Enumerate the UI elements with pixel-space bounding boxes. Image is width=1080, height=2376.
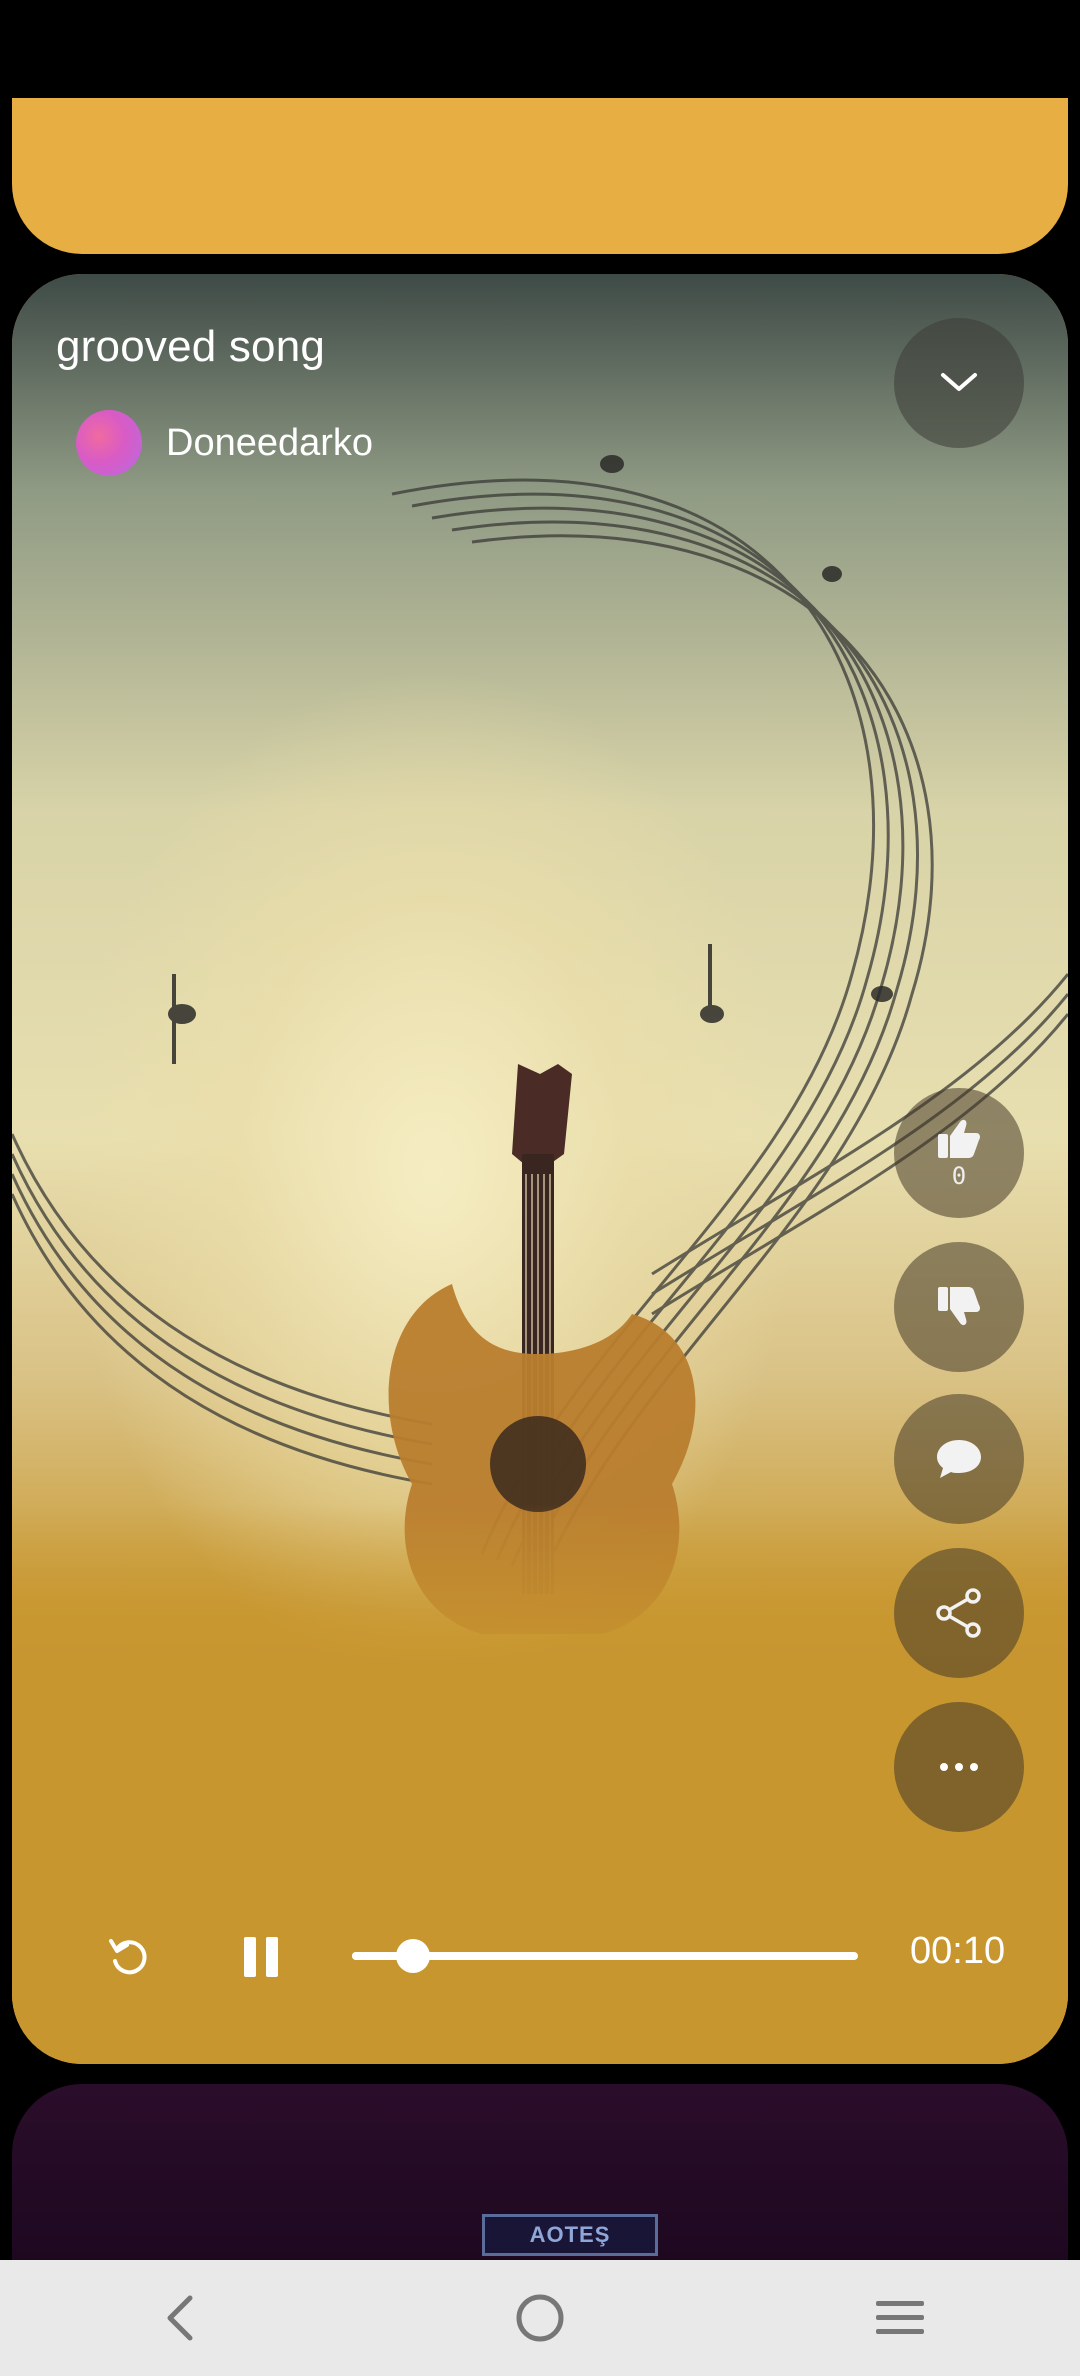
thumbs-down-icon: [938, 1287, 980, 1326]
thumbs-up-icon: [938, 1119, 980, 1158]
song-card[interactable]: grooved song Doneedarko 0 00:10: [12, 274, 1068, 2064]
menu-icon: [876, 2301, 924, 2334]
share-button[interactable]: [894, 1548, 1024, 1678]
nav-home-button[interactable]: [480, 2268, 600, 2368]
replay-icon: [109, 1939, 147, 1975]
dislike-button[interactable]: [894, 1242, 1024, 1372]
comment-icon: [937, 1440, 981, 1478]
like-button[interactable]: 0: [894, 1088, 1024, 1218]
current-time: 00:10: [910, 1930, 1006, 1972]
next-song-card[interactable]: AOTEŞ: [12, 2084, 1068, 2260]
nav-menu-button[interactable]: [840, 2268, 960, 2368]
back-icon: [167, 2295, 193, 2341]
system-nav-bar: [0, 2260, 1080, 2376]
home-icon: [516, 2294, 564, 2342]
playback-controls: 00:10: [12, 1914, 1068, 1994]
pause-button[interactable]: [228, 1924, 294, 1990]
comment-button[interactable]: [894, 1394, 1024, 1524]
song-title: grooved song: [56, 322, 326, 371]
progress-thumb[interactable]: [395, 1939, 430, 1973]
artist-name[interactable]: Doneedarko: [166, 422, 373, 465]
artist-avatar[interactable]: [76, 410, 142, 476]
more-options-button[interactable]: [894, 1702, 1024, 1832]
share-icon: [936, 1588, 981, 1638]
nav-back-button[interactable]: [120, 2268, 240, 2368]
collapse-button[interactable]: [894, 318, 1024, 448]
chevron-down-icon: [941, 373, 977, 391]
artist-row[interactable]: Doneedarko: [76, 410, 373, 476]
previous-song-card[interactable]: [12, 98, 1068, 254]
pause-icon: [244, 1937, 278, 1977]
next-card-sign-text: AOTEŞ: [482, 2214, 658, 2256]
replay-button[interactable]: [96, 1924, 162, 1990]
status-bar: [0, 0, 1080, 98]
like-count: 0: [951, 1162, 967, 1190]
more-icon: [940, 1763, 978, 1771]
progress-slider[interactable]: [352, 1939, 858, 1973]
